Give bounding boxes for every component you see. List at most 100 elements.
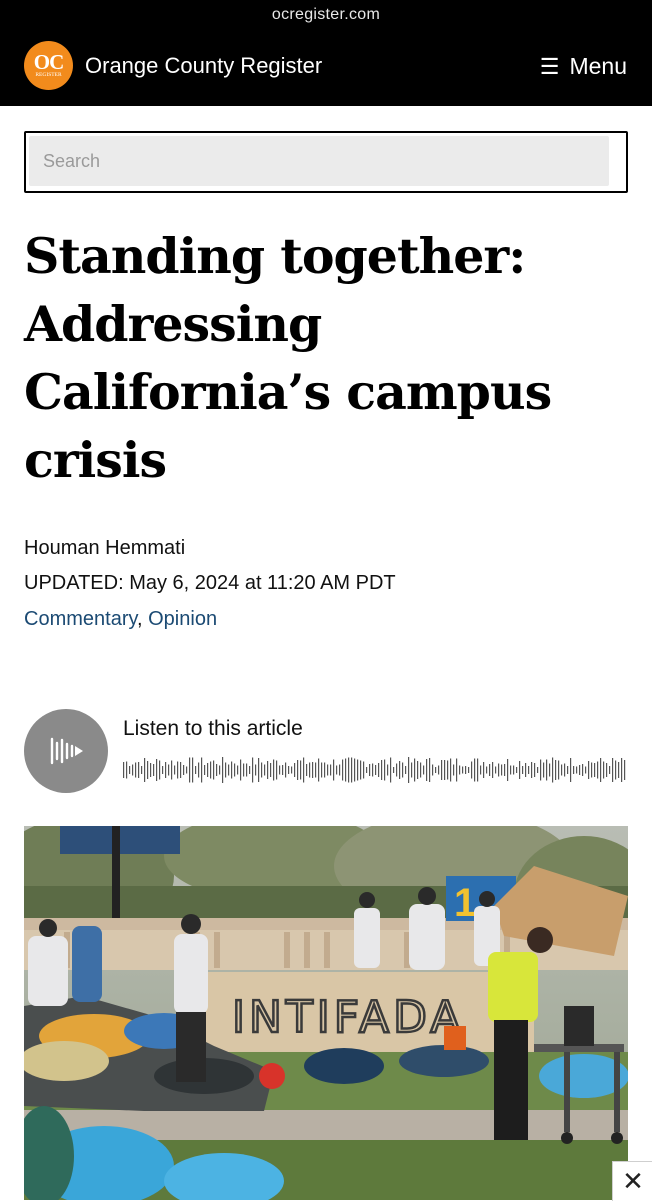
waveform-bar — [411, 762, 413, 778]
waveform-bar — [450, 758, 452, 782]
waveform-bar — [408, 757, 410, 783]
waveform-bar — [501, 764, 503, 776]
waveform-bar — [477, 758, 479, 782]
waveform-bar — [159, 760, 161, 780]
article-photo[interactable]: 1 INTIFADA — [24, 826, 628, 1200]
waveform-bar — [339, 764, 341, 776]
waveform-bar — [606, 763, 608, 777]
waveform-bar — [429, 758, 431, 782]
waveform-bar — [381, 760, 383, 780]
waveform-bar — [282, 765, 284, 775]
browser-url[interactable]: ocregister.com — [0, 6, 652, 24]
waveform-bar — [267, 761, 269, 779]
waveform-bar — [483, 762, 485, 778]
waveform-bar — [435, 767, 437, 773]
waveform-bar — [132, 764, 134, 776]
waveform-bar — [585, 766, 587, 774]
waveform-bar — [309, 762, 311, 778]
waveform-bar — [549, 763, 551, 777]
waveform-bar — [321, 762, 323, 778]
waveform-bar — [414, 758, 416, 782]
waveform-bar — [525, 763, 527, 777]
search-input[interactable] — [29, 136, 609, 186]
waveform-bar — [390, 757, 392, 783]
audio-play-button[interactable] — [24, 709, 108, 793]
waveform-bar — [519, 761, 521, 779]
waveform-bar — [579, 765, 581, 775]
waveform-bar — [555, 760, 557, 780]
waveform-bar — [294, 763, 296, 777]
audio-wave-icon — [50, 737, 83, 765]
listen-label: Listen to this article — [123, 717, 303, 740]
waveform-bar — [222, 757, 224, 783]
waveform-bar — [621, 758, 623, 782]
logo-sub-text: REGISTER — [35, 71, 62, 78]
waveform-bar — [234, 763, 236, 777]
waveform-bar — [360, 760, 362, 780]
waveform-bar — [336, 765, 338, 775]
waveform-bar — [270, 763, 272, 777]
close-ad-button[interactable]: ✕ — [612, 1161, 652, 1201]
waveform-bar — [468, 767, 470, 773]
waveform-bar — [561, 764, 563, 776]
waveform-bar — [189, 757, 191, 783]
waveform-bar — [393, 767, 395, 773]
waveform-bar — [612, 758, 614, 782]
waveform-bar — [345, 758, 347, 782]
waveform-bar — [609, 766, 611, 774]
waveform-bar — [417, 761, 419, 779]
waveform-bar — [492, 762, 494, 778]
waveform-bar — [540, 759, 542, 781]
category-link-opinion[interactable]: Opinion — [148, 608, 217, 630]
waveform-bar — [213, 760, 215, 780]
author-name[interactable]: Houman Hemmati — [24, 537, 185, 560]
waveform-bar — [471, 761, 473, 779]
site-logo[interactable]: OC REGISTER — [24, 41, 73, 90]
waveform-bar — [198, 762, 200, 778]
waveform-bar — [141, 766, 143, 774]
waveform-bar — [552, 757, 554, 783]
waveform-bar — [216, 764, 218, 776]
waveform-bar — [342, 759, 344, 781]
category-link-commentary[interactable]: Commentary — [24, 608, 137, 630]
waveform-bar — [303, 757, 305, 783]
hamburger-icon: ☰ — [539, 53, 560, 79]
waveform-bar — [570, 758, 572, 782]
waveform-bar — [405, 766, 407, 774]
waveform-bar — [348, 757, 350, 783]
waveform-bar — [195, 766, 197, 774]
waveform-bar — [480, 765, 482, 775]
waveform-bar — [474, 758, 476, 782]
waveform-bar — [513, 765, 515, 775]
waveform-bar — [231, 761, 233, 779]
waveform-bar — [537, 767, 539, 773]
waveform-bar — [123, 762, 125, 778]
waveform-bar — [462, 766, 464, 774]
waveform-bar — [387, 764, 389, 776]
close-icon: ✕ — [622, 1166, 644, 1196]
waveform-bar — [261, 762, 263, 778]
waveform-bar — [276, 760, 278, 780]
waveform-bar — [564, 763, 566, 777]
waveform-bar — [183, 765, 185, 775]
waveform-bar — [615, 760, 617, 780]
waveform-bar — [258, 758, 260, 782]
waveform-bar — [582, 764, 584, 776]
waveform-bar — [420, 762, 422, 778]
waveform-bar — [156, 759, 158, 781]
waveform-bar — [315, 762, 317, 778]
waveform-bar — [162, 766, 164, 774]
waveform-bar — [384, 759, 386, 781]
waveform-bar — [126, 761, 128, 779]
site-name[interactable]: Orange County Register — [85, 53, 322, 79]
waveform-bar — [516, 767, 518, 773]
waveform-bar — [312, 762, 314, 778]
waveform-bar — [432, 764, 434, 776]
waveform-bar — [576, 766, 578, 774]
menu-button[interactable]: ☰ Menu — [540, 53, 627, 80]
waveform-bar — [399, 761, 401, 779]
waveform-bar — [546, 759, 548, 781]
waveform-bar — [618, 762, 620, 778]
audio-waveform[interactable] — [122, 754, 628, 786]
waveform-bar — [240, 759, 242, 781]
